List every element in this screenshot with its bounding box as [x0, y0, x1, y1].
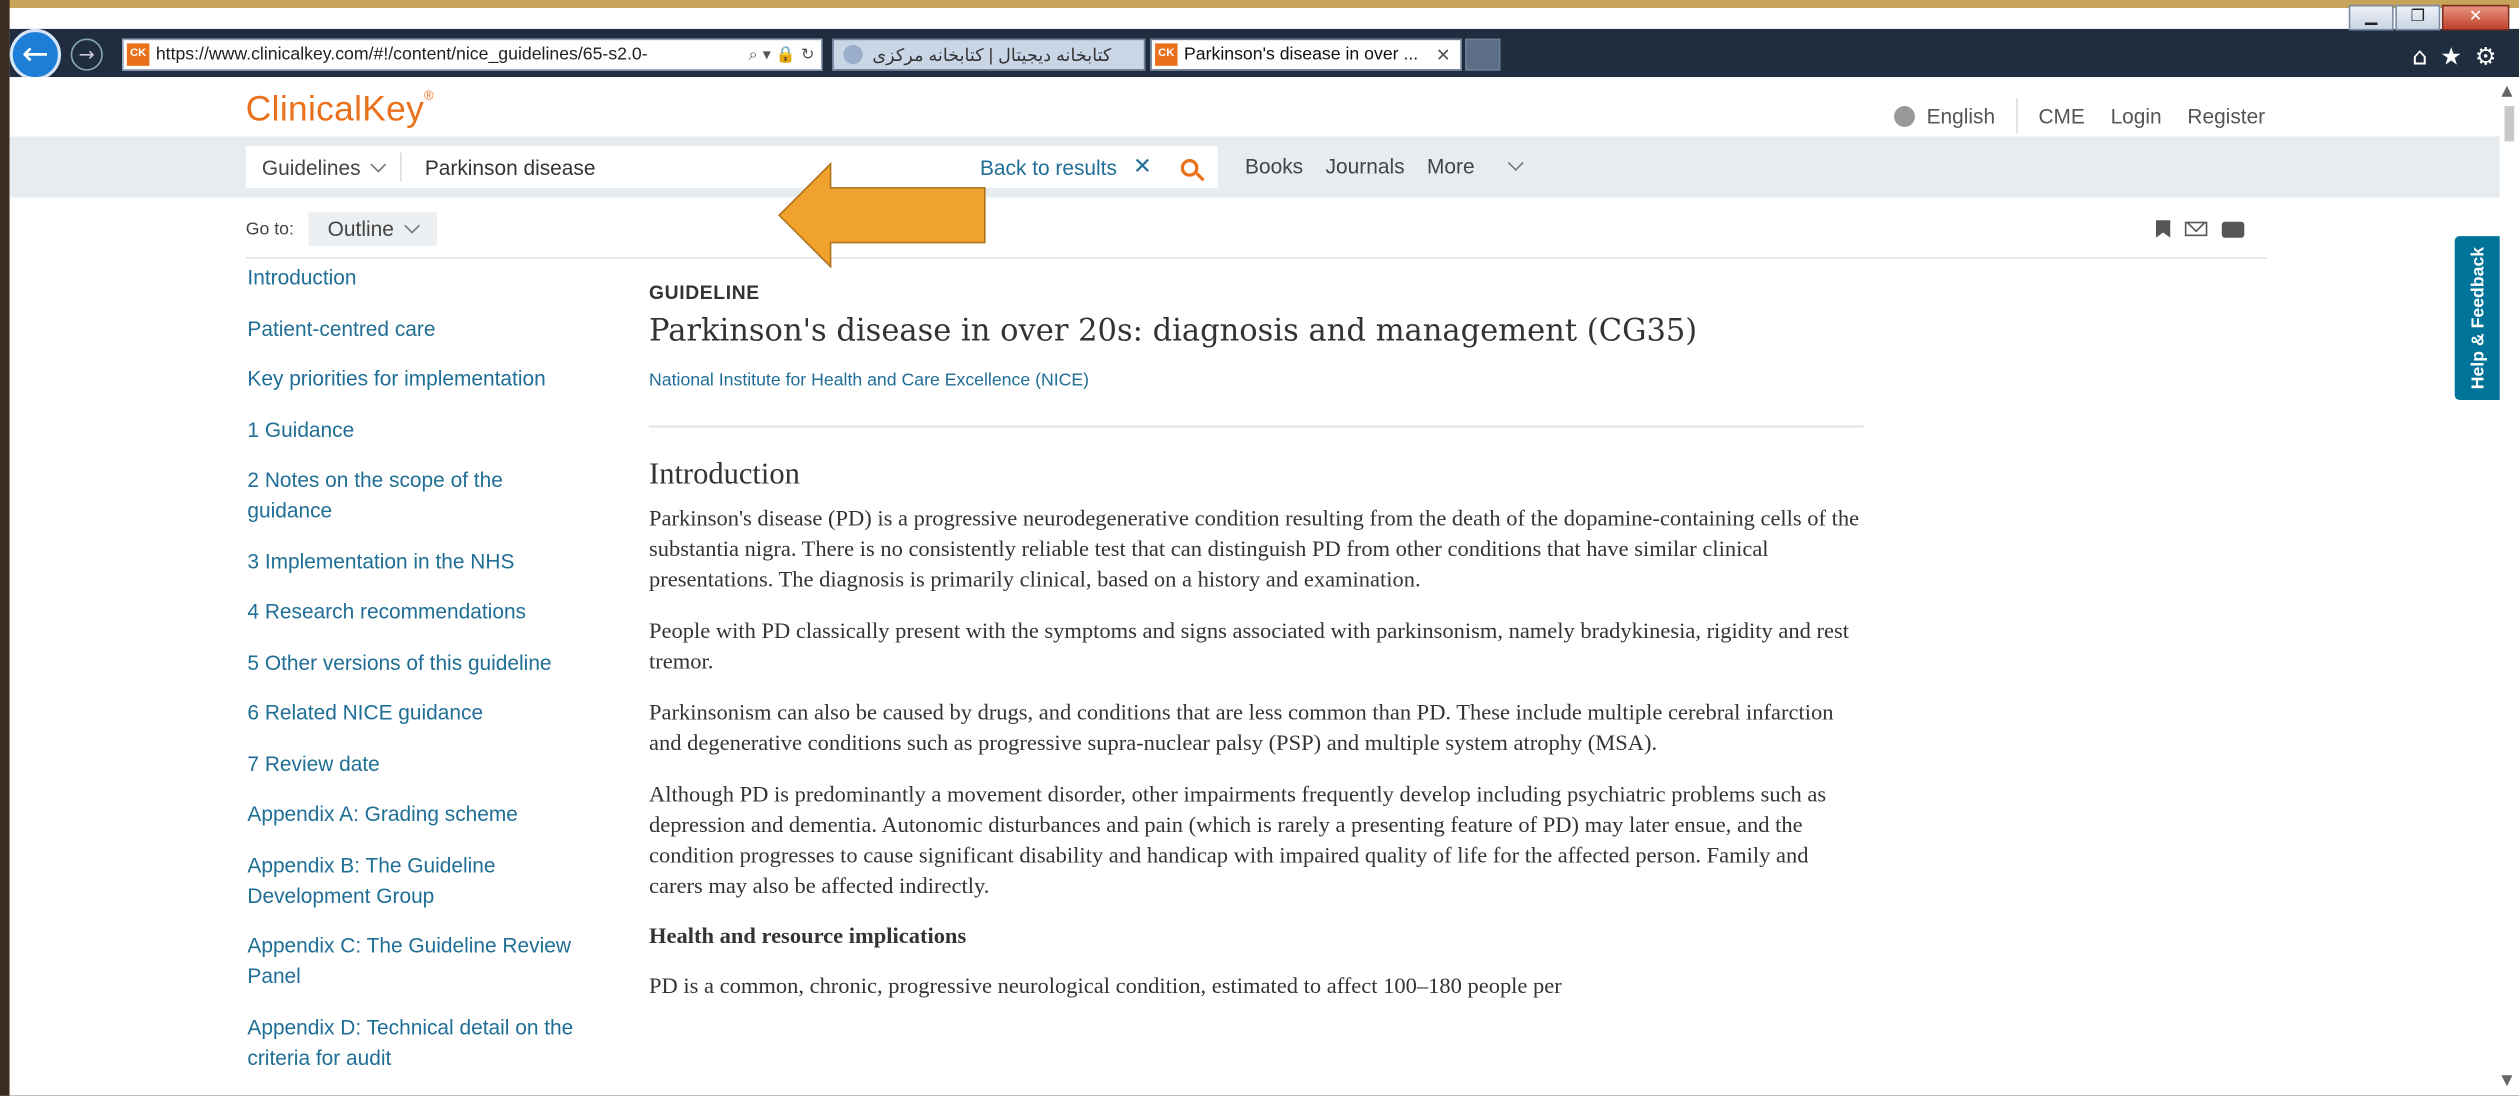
login-link[interactable]: Login	[2111, 104, 2162, 128]
close-tab-icon[interactable]: ✕	[1436, 44, 1460, 65]
help-feedback-button[interactable]: Help & Feedback	[2454, 236, 2502, 401]
content-nav: Books Journals More	[1245, 154, 1544, 178]
home-favorites-settings-icons[interactable]: ⌂★⚙	[2412, 42, 2509, 71]
outline-item[interactable]: Appendix A: Grading scheme	[247, 798, 584, 829]
outline-item[interactable]: Key priorities for implementation	[247, 363, 584, 394]
outline-item[interactable]: Appendix B: The Guideline Development Gr…	[247, 849, 584, 910]
tab-parkinsons[interactable]: CK Parkinson's disease in over ... ✕	[1150, 38, 1462, 71]
window-frame-top	[0, 0, 2519, 9]
content-type-label: GUIDELINE	[649, 281, 760, 304]
search-box: Guidelines Parkinson disease Back to res…	[245, 146, 1218, 188]
url-text[interactable]: https://www.clinicalkey.com/#!/content/n…	[156, 45, 742, 64]
window-controls: ▁ ❐ ✕	[2348, 4, 2510, 31]
search-scope-dropdown[interactable]: Guidelines	[246, 152, 403, 182]
scroll-thumb[interactable]	[2504, 106, 2515, 142]
paragraph: Although PD is predominantly a movement …	[649, 783, 1827, 900]
address-bar[interactable]: CK https://www.clinicalkey.com/#!/conten…	[122, 38, 823, 71]
screen: ← → CK https://www.clinicalkey.com/#!/co…	[0, 0, 2519, 1096]
goto-label: Go to:	[245, 219, 294, 239]
clinicalkey-logo[interactable]: ClinicalKey®	[246, 88, 434, 130]
forward-arrow-icon[interactable]: →	[70, 38, 103, 71]
outline-item[interactable]: Appendix D: Technical detail on the crit…	[247, 1011, 584, 1072]
annotation-arrow-shape	[778, 162, 986, 269]
outline-item[interactable]: Introduction	[247, 262, 584, 293]
logo-text: ClinicalKey	[245, 88, 425, 129]
scrollbar[interactable]: ▲ ▼	[2499, 77, 2519, 1096]
outline-item[interactable]: 6 Related NICE guidance	[247, 697, 584, 728]
books-link[interactable]: Books	[1245, 154, 1303, 178]
outline-item[interactable]: 7 Review date	[247, 748, 584, 779]
page: ClinicalKey® English CME Login Register …	[9, 77, 2500, 1096]
subheading: Health and resource implications	[649, 925, 967, 950]
article-tools	[2155, 220, 2245, 238]
article: GUIDELINE Parkinson's disease in over 20…	[649, 280, 1864, 1003]
more-menu[interactable]: More	[1427, 154, 1524, 179]
divider	[2015, 97, 2018, 134]
globe-icon	[1894, 105, 1916, 127]
annotation-arrow-icon	[778, 162, 986, 269]
back-arrow-icon[interactable]: ←	[9, 28, 62, 81]
chevron-down-icon	[404, 217, 421, 234]
paragraph: Parkinsonism can also be caused by drugs…	[649, 702, 1834, 757]
browser-toolbar: ← → CK https://www.clinicalkey.com/#!/co…	[9, 28, 2519, 81]
paragraph: People with PD classically present with …	[649, 620, 1849, 675]
scroll-down-icon[interactable]: ▼	[2501, 1073, 2512, 1089]
language-link[interactable]: English	[1927, 104, 1996, 128]
close-window-icon[interactable]: ✕	[2441, 4, 2510, 31]
new-tab-button[interactable]	[1465, 38, 1501, 71]
restore-icon[interactable]: ❐	[2395, 4, 2441, 31]
outline-item[interactable]: Appendix C: The Guideline Review Panel	[247, 930, 584, 991]
divider	[245, 257, 2267, 259]
section-heading: Introduction	[649, 457, 800, 492]
search-bar: Guidelines Parkinson disease Back to res…	[9, 136, 2500, 198]
search-icon[interactable]	[1180, 158, 1199, 176]
bookmark-icon[interactable]	[2155, 220, 2171, 238]
outline-item[interactable]: 2 Notes on the scope of the guidance	[247, 464, 584, 525]
minimize-icon[interactable]: ▁	[2348, 4, 2394, 31]
outline-label: Outline	[327, 216, 394, 241]
cme-link[interactable]: CME	[2038, 104, 2084, 128]
tab-digital-library[interactable]: کتابخانه دیجیتال | کتابخانه مرکزی	[832, 38, 1146, 71]
outline-item[interactable]: 3 Implementation in the NHS	[247, 545, 584, 576]
goto-bar: Go to: Outline	[245, 212, 438, 246]
top-links: English CME Login Register	[1894, 97, 2265, 134]
register-link[interactable]: Register	[2187, 104, 2265, 128]
outline-sidebar: Introduction Patient-centred care Key pr…	[247, 262, 584, 1093]
clinicalkey-favicon-icon: CK	[126, 43, 150, 66]
author-link[interactable]: National Institute for Health and Care E…	[649, 371, 1864, 390]
outline-item[interactable]: 5 Other versions of this guideline	[247, 647, 584, 678]
globe-icon	[843, 44, 863, 65]
journals-link[interactable]: Journals	[1326, 154, 1405, 178]
tab-title: کتابخانه دیجیتال | کتابخانه مرکزی	[872, 45, 1112, 66]
scroll-up-icon[interactable]: ▲	[2501, 84, 2512, 100]
chevron-down-icon	[371, 155, 387, 172]
outline-dropdown[interactable]: Outline	[308, 212, 438, 246]
back-to-results-link[interactable]: Back to results	[980, 155, 1117, 179]
window-frame-left	[0, 0, 10, 1096]
paragraph: Parkinson's disease (PD) is a progressiv…	[649, 507, 1860, 593]
more-label: More	[1427, 154, 1475, 179]
chevron-down-icon	[1507, 155, 1524, 172]
address-actions-icon[interactable]: ⌕ ▾ 🔒 ↻	[742, 46, 821, 64]
page-title: Parkinson's disease in over 20s: diagnos…	[649, 313, 1698, 349]
print-icon[interactable]	[2221, 221, 2245, 238]
outline-item[interactable]: Patient-centred care	[247, 312, 584, 343]
divider	[649, 425, 1864, 428]
tab-title: Parkinson's disease in over ...	[1183, 44, 1419, 65]
outline-item[interactable]: 4 Research recommendations	[247, 596, 584, 627]
email-icon[interactable]	[2184, 221, 2208, 237]
outline-item[interactable]: 1 Guidance	[247, 414, 584, 445]
paragraph: PD is a common, chronic, progressive neu…	[649, 975, 1562, 1000]
clear-search-icon[interactable]: ✕	[1133, 154, 1152, 180]
feedback-label: Help & Feedback	[2468, 246, 2488, 390]
clinicalkey-favicon-icon: CK	[1155, 43, 1178, 66]
scope-label: Guidelines	[261, 155, 361, 180]
